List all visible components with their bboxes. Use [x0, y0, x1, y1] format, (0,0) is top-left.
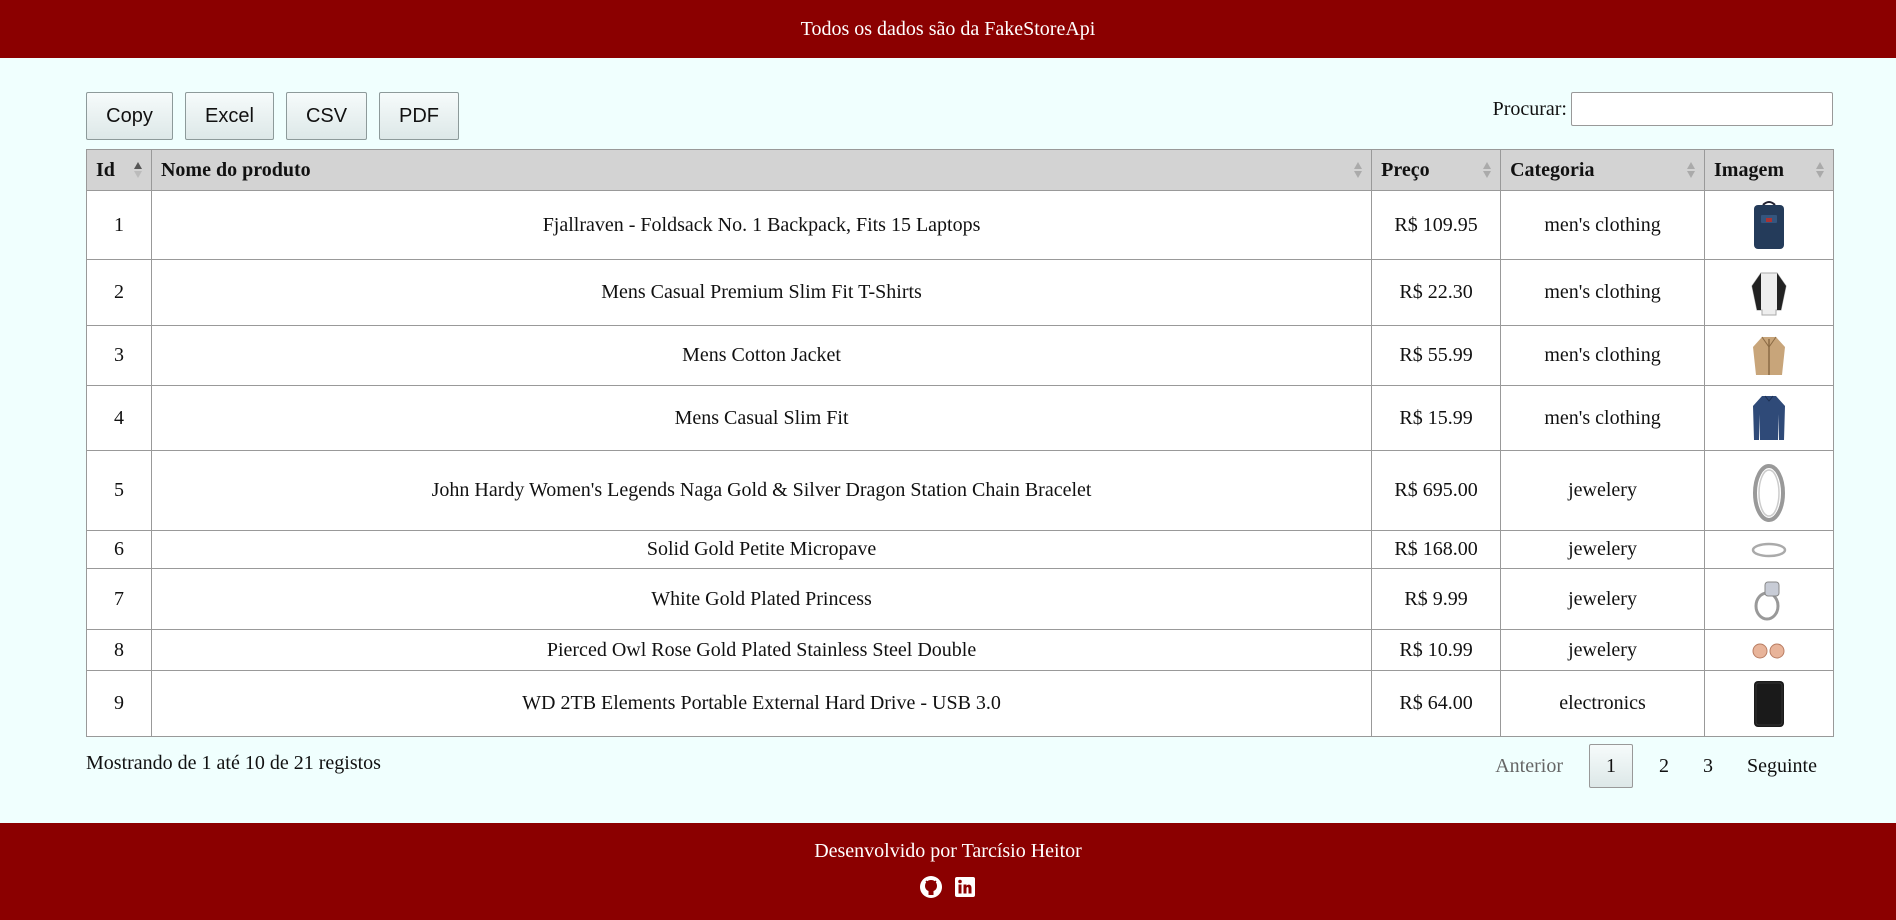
- table-row: 2 Mens Casual Premium Slim Fit T-Shirts …: [86, 259, 1834, 326]
- cell-id: 6: [86, 530, 152, 569]
- cell-name: Mens Casual Premium Slim Fit T-Shirts: [150, 259, 1373, 326]
- sort-icon: [1816, 162, 1824, 178]
- cell-name: WD 2TB Elements Portable External Hard D…: [150, 670, 1373, 737]
- column-header-name[interactable]: Nome do produto: [150, 149, 1373, 191]
- next-page-button[interactable]: Seguinte: [1730, 744, 1834, 788]
- cell-id: 1: [86, 190, 152, 260]
- cell-category: men's clothing: [1500, 259, 1705, 326]
- cell-image: [1704, 259, 1834, 326]
- cell-name: Mens Casual Slim Fit: [150, 385, 1373, 451]
- ring-image: [1754, 581, 1780, 621]
- cell-image: [1704, 190, 1834, 260]
- jacket-image: [1753, 336, 1785, 375]
- cell-image: [1704, 385, 1834, 451]
- search-input[interactable]: [1571, 92, 1833, 126]
- cell-name: White Gold Plated Princess: [150, 568, 1373, 630]
- cell-category: men's clothing: [1500, 385, 1705, 451]
- cell-id: 8: [86, 629, 152, 671]
- cell-image: [1704, 629, 1834, 671]
- table-row: 9 WD 2TB Elements Portable External Hard…: [86, 670, 1834, 737]
- table-row: 4 Mens Casual Slim Fit R$ 15.99 men's cl…: [86, 385, 1834, 451]
- cell-price: R$ 9.99: [1371, 568, 1502, 630]
- cell-price: R$ 55.99: [1371, 325, 1502, 386]
- cell-category: jewelery: [1500, 568, 1705, 630]
- hard-drive-image: [1754, 680, 1784, 727]
- social-icons: [0, 875, 1896, 899]
- pdf-button[interactable]: PDF: [379, 92, 459, 140]
- table-row: 7 White Gold Plated Princess R$ 9.99 jew…: [86, 568, 1834, 630]
- cell-image: [1704, 325, 1834, 386]
- cell-id: 9: [86, 670, 152, 737]
- developer-credit: Desenvolvido por Tarcísio Heitor: [814, 840, 1082, 862]
- cell-name: Fjallraven - Foldsack No. 1 Backpack, Fi…: [150, 190, 1373, 260]
- column-header-category[interactable]: Categoria: [1500, 149, 1705, 191]
- cell-category: men's clothing: [1500, 325, 1705, 386]
- cell-price: R$ 15.99: [1371, 385, 1502, 451]
- long-sleeve-shirt-image: [1753, 395, 1785, 440]
- cell-category: men's clothing: [1500, 190, 1705, 260]
- table-info: Mostrando de 1 até 10 de 21 registos: [86, 752, 381, 774]
- cell-category: jewelery: [1500, 450, 1705, 531]
- cell-id: 4: [86, 385, 152, 451]
- column-header-image[interactable]: Imagem: [1704, 149, 1834, 191]
- cell-image: [1704, 670, 1834, 737]
- github-icon[interactable]: [919, 875, 943, 899]
- sort-icon: [1354, 162, 1363, 178]
- export-buttons: Copy Excel CSV PDF: [86, 92, 459, 140]
- page-2-button[interactable]: 2: [1642, 744, 1686, 788]
- pagination: Anterior 1 2 3 Seguinte: [1478, 744, 1834, 788]
- csv-button[interactable]: CSV: [286, 92, 367, 140]
- cell-image: [1704, 450, 1834, 531]
- table-row: 5 John Hardy Women's Legends Naga Gold &…: [86, 450, 1834, 531]
- products-table: Id Nome do produto Preço Categoria Image…: [86, 149, 1834, 737]
- cell-category: jewelery: [1500, 530, 1705, 569]
- footer: Desenvolvido por Tarcísio Heitor: [0, 823, 1896, 920]
- cell-price: R$ 22.30: [1371, 259, 1502, 326]
- cell-category: electronics: [1500, 670, 1705, 737]
- backpack-image: [1754, 201, 1784, 249]
- cell-name: John Hardy Women's Legends Naga Gold & S…: [150, 450, 1373, 531]
- cell-price: R$ 109.95: [1371, 190, 1502, 260]
- page-3-button[interactable]: 3: [1686, 744, 1730, 788]
- cell-id: 7: [86, 568, 152, 630]
- page-1-button[interactable]: 1: [1589, 744, 1633, 788]
- copy-button[interactable]: Copy: [86, 92, 173, 140]
- cell-price: R$ 695.00: [1371, 450, 1502, 531]
- cell-name: Mens Cotton Jacket: [150, 325, 1373, 386]
- table-row: 1 Fjallraven - Foldsack No. 1 Backpack, …: [86, 190, 1834, 260]
- sort-icon: [1687, 162, 1695, 178]
- sort-icon: [1483, 162, 1492, 178]
- cell-price: R$ 10.99: [1371, 629, 1502, 671]
- t-shirt-image: [1751, 272, 1787, 315]
- ring-band-image: [1751, 543, 1787, 558]
- search-box: Procurar:: [1493, 92, 1833, 126]
- cell-image: [1704, 530, 1834, 569]
- earrings-image: [1752, 643, 1785, 659]
- linkedin-icon[interactable]: [953, 875, 977, 899]
- cell-image: [1704, 568, 1834, 630]
- column-header-id[interactable]: Id: [86, 149, 152, 191]
- table-row: 6 Solid Gold Petite Micropave R$ 168.00 …: [86, 530, 1834, 569]
- bracelet-image: [1753, 463, 1785, 522]
- cell-name: Pierced Owl Rose Gold Plated Stainless S…: [150, 629, 1373, 671]
- cell-id: 5: [86, 450, 152, 531]
- previous-page-button[interactable]: Anterior: [1478, 744, 1580, 788]
- cell-id: 3: [86, 325, 152, 386]
- table-header-row: Id Nome do produto Preço Categoria Image…: [86, 149, 1834, 191]
- cell-price: R$ 64.00: [1371, 670, 1502, 737]
- cell-id: 2: [86, 259, 152, 326]
- cell-category: jewelery: [1500, 629, 1705, 671]
- table-row: 8 Pierced Owl Rose Gold Plated Stainless…: [86, 629, 1834, 671]
- column-header-price[interactable]: Preço: [1371, 149, 1502, 191]
- table-row: 3 Mens Cotton Jacket R$ 55.99 men's clot…: [86, 325, 1834, 386]
- excel-button[interactable]: Excel: [185, 92, 274, 140]
- banner-text: Todos os dados são da FakeStoreApi: [800, 17, 1096, 40]
- sort-ascending-icon: [133, 162, 142, 178]
- cell-name: Solid Gold Petite Micropave: [150, 530, 1373, 569]
- top-banner: Todos os dados são da FakeStoreApi: [0, 0, 1896, 58]
- cell-price: R$ 168.00: [1371, 530, 1502, 569]
- search-label: Procurar:: [1492, 97, 1567, 120]
